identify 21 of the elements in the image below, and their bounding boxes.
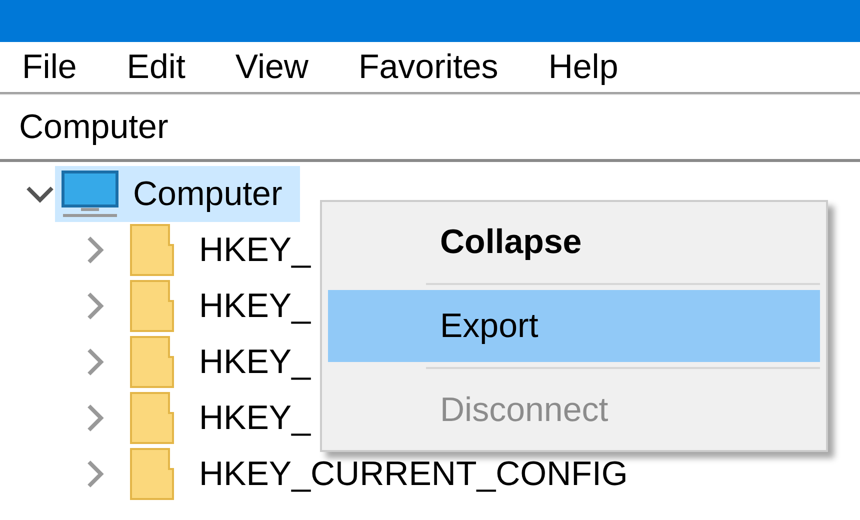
address-bar[interactable]: Computer — [0, 95, 860, 162]
tree-item[interactable]: HKEY_ — [199, 230, 310, 270]
menu-item[interactable]: View — [213, 48, 332, 86]
tree-item[interactable]: HKEY_ — [199, 398, 310, 438]
tree-item[interactable]: Computer — [55, 166, 300, 222]
tree-item[interactable]: HKEY_ — [199, 342, 310, 382]
menu-item[interactable]: Edit — [104, 48, 210, 86]
menu-item[interactable]: Collapse — [328, 206, 820, 278]
tree-item[interactable]: HKEY_CURRENT_CONFIG — [199, 454, 628, 494]
monitor-icon — [61, 170, 119, 218]
menu-item[interactable]: Help — [526, 48, 642, 86]
folder-icon — [129, 223, 175, 277]
menu-item[interactable]: Favorites — [336, 48, 522, 86]
tree-item[interactable]: HKEY_ — [199, 286, 310, 326]
folder-icon — [129, 279, 175, 333]
folder-icon — [129, 335, 175, 389]
folder-icon — [129, 391, 175, 445]
folder-icon — [129, 447, 175, 501]
menu-item[interactable]: File — [0, 48, 101, 86]
chevron-icon[interactable] — [25, 184, 55, 204]
menu-item[interactable]: Export — [328, 290, 820, 362]
